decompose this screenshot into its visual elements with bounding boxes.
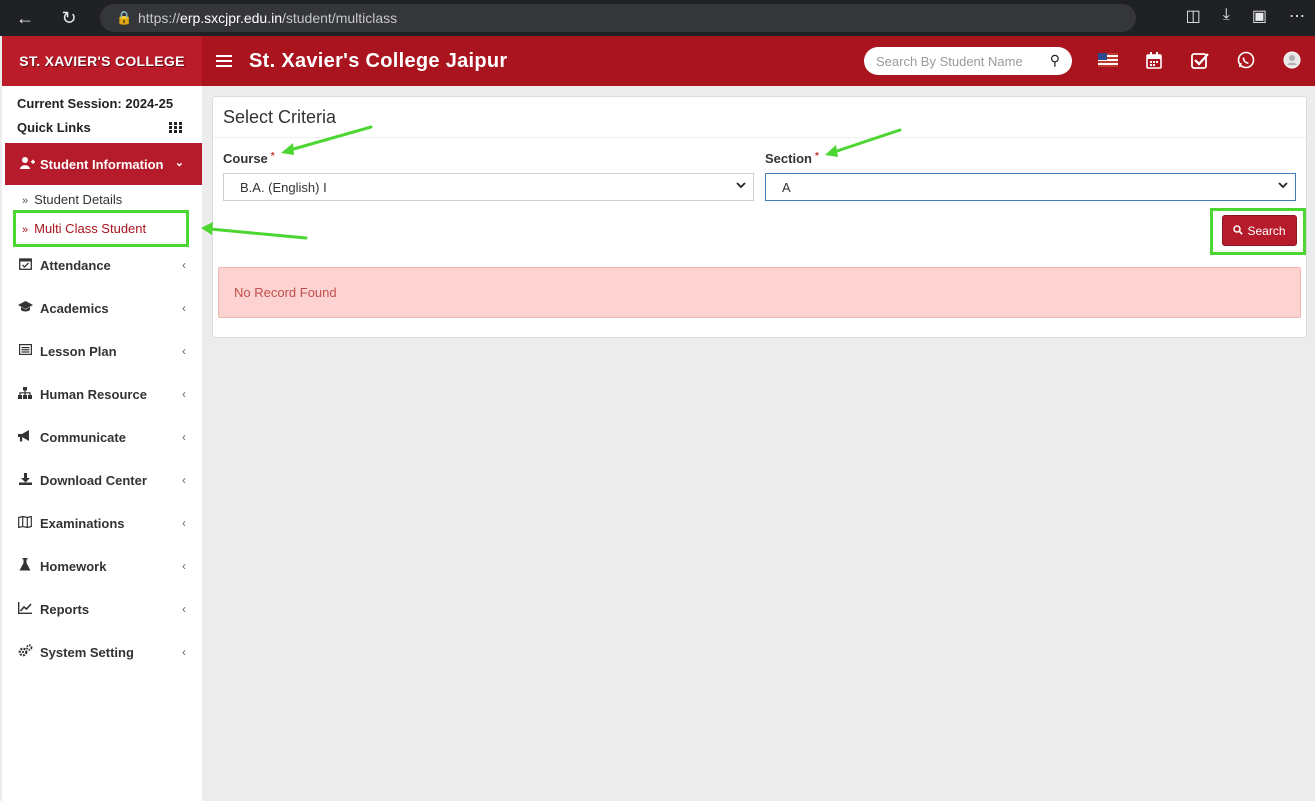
sidebar-subitem-student-details[interactable]: » Student Details [22, 192, 122, 207]
sidebar-item-student-information[interactable]: Student Information ⌄ [5, 143, 202, 185]
section-select[interactable]: A [765, 173, 1296, 201]
course-select[interactable]: B.A. (English) I [223, 173, 754, 201]
app-title: St. Xavier's College Jaipur [249, 49, 508, 72]
sidebar: Current Session: 2024-25 Quick Links Stu… [2, 86, 202, 801]
no-record-alert: No Record Found [218, 267, 1301, 318]
sidebar-item-communicate[interactable]: Communicate ‹ [17, 427, 192, 447]
annotation-highlight-box [13, 210, 189, 247]
chevron-left-icon: ‹ [182, 559, 186, 573]
section-label-text: Section [765, 151, 812, 166]
chevron-down-icon [1278, 180, 1288, 192]
sidebar-item-label: Communicate [40, 429, 126, 445]
sidebar-item-reports[interactable]: Reports ‹ [17, 599, 192, 619]
sidebar-item-academics[interactable]: Academics ‹ [17, 298, 192, 318]
more-menu-icon[interactable]: ⋯ [1289, 6, 1305, 26]
gears-icon [17, 644, 33, 660]
college-logo[interactable]: ST. XAVIER'S COLLEGE [2, 36, 202, 86]
menu-toggle-icon[interactable] [216, 55, 232, 67]
task-check-icon[interactable] [1190, 49, 1210, 71]
split-screen-icon[interactable]: ◫ [1186, 6, 1201, 26]
chevron-left-icon: ‹ [182, 645, 186, 659]
lock-icon: 🔒 [116, 10, 133, 25]
us-flag-icon[interactable] [1098, 49, 1118, 71]
url-scheme: https:// [138, 10, 181, 26]
sidebar-item-download-center[interactable]: Download Center ‹ [17, 470, 192, 490]
browser-actions: ◫ ⤓ ▣ ⋯ [1186, 6, 1305, 26]
double-chevron-icon: » [22, 195, 29, 207]
calendar-check-icon [17, 257, 33, 273]
sidebar-subitem-label: Student Details [34, 192, 123, 207]
browser-toolbar: ← ↻ 🔒 https://erp.sxcjpr.edu.in/student/… [0, 0, 1315, 36]
sidebar-item-label: Attendance [40, 257, 111, 273]
back-icon[interactable]: ← [12, 5, 38, 31]
sidebar-item-label: Reports [40, 601, 90, 617]
chevron-down-icon [736, 180, 746, 192]
required-mark: * [814, 151, 819, 162]
graduation-cap-icon [17, 301, 33, 315]
search-icon [1233, 224, 1244, 238]
sidebar-item-label: Download Center [40, 472, 147, 488]
sidebar-item-label: System Setting [40, 644, 134, 660]
course-label: Course * [223, 151, 275, 166]
chevron-left-icon: ‹ [182, 387, 186, 401]
required-mark: * [270, 151, 275, 162]
quick-links[interactable]: Quick Links [17, 120, 91, 135]
card-title: Select Criteria [223, 107, 337, 127]
sidebar-item-label: Student Information [40, 156, 164, 172]
chevron-left-icon: ‹ [182, 301, 186, 315]
address-bar[interactable]: 🔒 https://erp.sxcjpr.edu.in/student/mult… [100, 4, 1136, 32]
sidebar-item-examinations[interactable]: Examinations ‹ [17, 513, 192, 533]
bullhorn-icon [17, 429, 33, 445]
calendar-icon[interactable] [1144, 49, 1164, 71]
sidebar-item-attendance[interactable]: Attendance ‹ [17, 255, 192, 275]
sidebar-item-homework[interactable]: Homework ‹ [17, 556, 192, 576]
search-button-label: Search [1247, 223, 1286, 238]
list-icon [17, 344, 33, 358]
chevron-left-icon: ‹ [182, 516, 186, 530]
chevron-left-icon: ‹ [182, 602, 186, 616]
chevron-left-icon: ‹ [182, 430, 186, 444]
whatsapp-icon[interactable] [1236, 49, 1256, 71]
search-button[interactable]: Search [1222, 215, 1297, 246]
map-icon [17, 515, 33, 531]
sidebar-item-label: Homework [40, 558, 107, 574]
section-label: Section * [765, 151, 819, 166]
sidebar-item-human-resource[interactable]: Human Resource ‹ [17, 384, 192, 404]
sidebar-item-label: Examinations [40, 515, 125, 531]
course-select-value: B.A. (English) I [240, 179, 327, 195]
sidebar-item-label: Academics [40, 300, 109, 316]
card-divider [213, 137, 1306, 138]
chevron-down-icon: ⌄ [174, 157, 184, 169]
downloads-icon[interactable]: ⤓ [1223, 6, 1230, 26]
line-chart-icon [17, 601, 33, 617]
sidebar-item-label: Human Resource [40, 386, 147, 402]
chevron-left-icon: ‹ [182, 473, 186, 487]
current-session: Current Session: 2024-25 [17, 96, 174, 111]
course-label-text: Course [223, 151, 268, 166]
flask-icon [17, 558, 33, 574]
reload-icon[interactable]: ↻ [56, 5, 82, 31]
select-criteria-card: Select Criteria Course * B.A. (English) I… [212, 96, 1307, 338]
url-path: /student/multiclass [281, 10, 398, 26]
chevron-left-icon: ‹ [182, 258, 186, 272]
search-icon[interactable]: ⚲ [1050, 52, 1060, 69]
student-search-box: ⚲ [864, 47, 1072, 75]
sidebar-item-label: Lesson Plan [40, 343, 117, 359]
url-host: erp.sxcjpr.edu.in [180, 10, 282, 26]
chevron-left-icon: ‹ [182, 344, 186, 358]
section-select-value: A [782, 179, 791, 195]
student-search-input[interactable] [876, 53, 1026, 69]
top-navbar: St. Xavier's College Jaipur ⚲ [202, 36, 1315, 86]
header-icons [1098, 49, 1302, 71]
download-icon [17, 472, 33, 488]
user-plus-icon [17, 156, 37, 172]
extensions-icon[interactable]: ▣ [1252, 6, 1267, 26]
sitemap-icon [17, 386, 33, 402]
user-avatar[interactable] [1282, 49, 1302, 71]
sidebar-item-system-setting[interactable]: System Setting ‹ [17, 642, 192, 662]
grid-icon[interactable] [169, 122, 182, 136]
sidebar-item-lesson-plan[interactable]: Lesson Plan ‹ [17, 341, 192, 361]
